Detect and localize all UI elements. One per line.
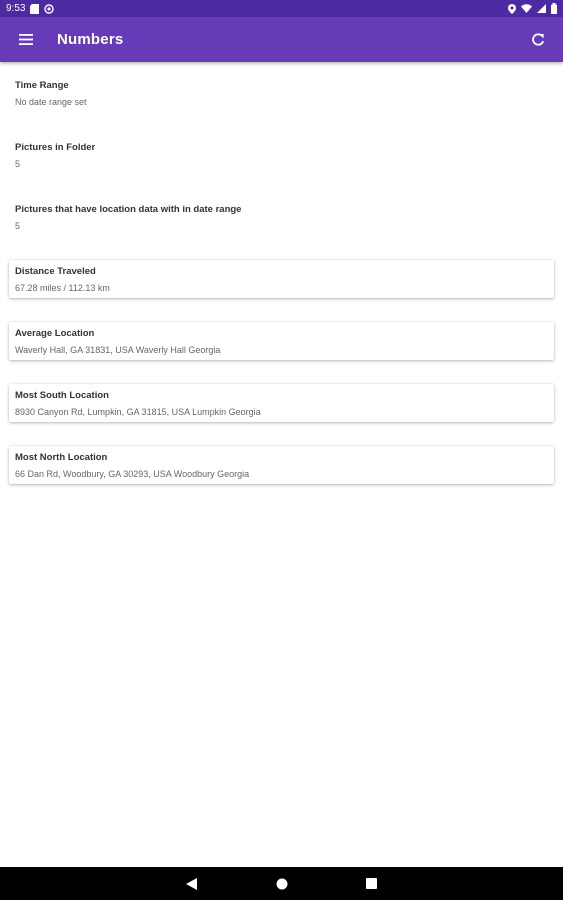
home-button[interactable] — [262, 867, 302, 900]
most-south-location-label: Most South Location — [15, 390, 109, 401]
most-north-location-card[interactable]: Most North Location 66 Dan Rd, Woodbury,… — [9, 446, 554, 484]
most-south-location-card[interactable]: Most South Location 8930 Canyon Rd, Lump… — [9, 384, 554, 422]
pictures-with-location-label: Pictures that have location data with in… — [15, 204, 242, 215]
pictures-with-location-value: 5 — [15, 221, 21, 231]
recents-button[interactable] — [352, 867, 392, 900]
refresh-icon — [532, 32, 545, 46]
back-button[interactable] — [172, 867, 212, 900]
time-range-label: Time Range — [15, 80, 69, 91]
most-south-location-value: 8930 Canyon Rd, Lumpkin, GA 31815, USA L… — [15, 407, 261, 417]
pictures-with-location-item: Pictures that have location data with in… — [15, 204, 545, 232]
sd-card-icon — [30, 3, 40, 14]
pictures-in-folder-item: Pictures in Folder 5 — [15, 142, 545, 170]
pictures-in-folder-value: 5 — [15, 159, 21, 169]
signal-icon — [537, 4, 546, 13]
recents-square-icon — [366, 878, 377, 889]
home-circle-icon — [276, 878, 287, 889]
status-time: 9:53 — [6, 3, 26, 14]
location-icon — [508, 3, 516, 14]
wifi-icon — [521, 4, 532, 13]
average-location-value: Waverly Hall, GA 31831, USA Waverly Hall… — [15, 345, 221, 355]
page-title: Numbers — [57, 31, 124, 48]
system-nav-bar — [0, 867, 563, 900]
back-triangle-icon — [186, 877, 197, 890]
pictures-in-folder-label: Pictures in Folder — [15, 142, 96, 153]
menu-button[interactable] — [15, 29, 37, 51]
most-north-location-value: 66 Dan Rd, Woodbury, GA 30293, USA Woodb… — [15, 469, 250, 479]
average-location-label: Average Location — [15, 328, 95, 339]
most-north-location-label: Most North Location — [15, 452, 108, 463]
app-bar: Numbers — [0, 17, 563, 62]
average-location-card[interactable]: Average Location Waverly Hall, GA 31831,… — [9, 322, 554, 360]
time-range-value: No date range set — [15, 97, 87, 107]
distance-traveled-label: Distance Traveled — [15, 266, 96, 277]
hamburger-menu-icon — [19, 34, 33, 45]
status-bar: 9:53 — [0, 0, 563, 17]
distance-traveled-value: 67.28 miles / 112.13 km — [15, 283, 110, 293]
refresh-button[interactable] — [527, 29, 549, 51]
time-range-item: Time Range No date range set — [15, 80, 545, 108]
at-sign-icon — [44, 3, 55, 14]
battery-icon — [551, 3, 557, 14]
distance-traveled-card[interactable]: Distance Traveled 67.28 miles / 112.13 k… — [9, 260, 554, 298]
